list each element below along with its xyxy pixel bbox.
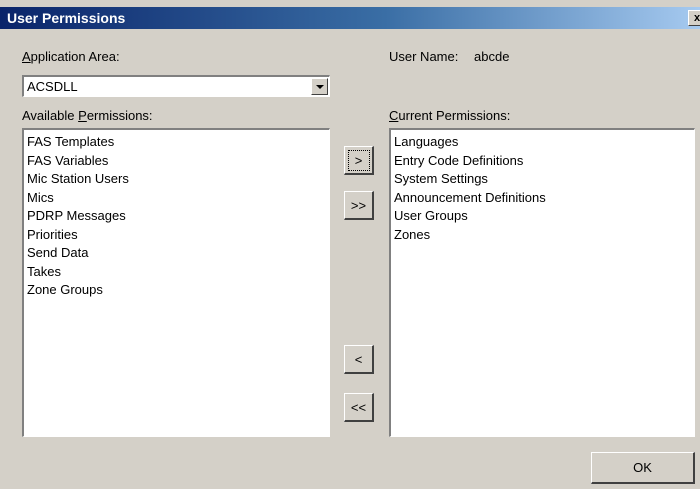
list-item[interactable]: Announcement Definitions bbox=[394, 189, 691, 208]
available-permissions-label: Available Permissions: bbox=[22, 108, 153, 123]
list-item[interactable]: Mics bbox=[27, 189, 326, 208]
list-item[interactable]: Takes bbox=[27, 263, 326, 282]
list-item[interactable]: Send Data bbox=[27, 244, 326, 263]
application-area-select[interactable]: ACSDLL bbox=[22, 75, 330, 97]
list-item[interactable]: System Settings bbox=[394, 170, 691, 189]
available-label-rest: ermissions: bbox=[86, 108, 153, 123]
remove-all-permissions-button[interactable]: << bbox=[344, 393, 374, 422]
add-all-permissions-button[interactable]: >> bbox=[344, 191, 374, 220]
list-item[interactable]: FAS Templates bbox=[27, 133, 326, 152]
application-area-value: ACSDLL bbox=[27, 79, 78, 94]
current-label-accel: C bbox=[389, 108, 399, 123]
title-bar: User Permissions x bbox=[0, 7, 700, 29]
available-label-pre: Available bbox=[22, 108, 79, 123]
window-title: User Permissions bbox=[7, 10, 126, 26]
application-area-label: Application Area: bbox=[22, 49, 120, 64]
list-item[interactable]: Zones bbox=[394, 226, 691, 245]
available-label-accel: P bbox=[78, 108, 87, 123]
add-permission-button[interactable]: > bbox=[344, 146, 374, 175]
chevron-down-icon[interactable] bbox=[311, 78, 328, 95]
application-area-label-text: pplication Area: bbox=[30, 49, 120, 64]
close-icon[interactable]: x bbox=[688, 10, 700, 26]
list-item[interactable]: PDRP Messages bbox=[27, 207, 326, 226]
application-area-accel: A bbox=[22, 49, 31, 64]
list-item[interactable]: Zone Groups bbox=[27, 281, 326, 300]
list-item[interactable]: Languages bbox=[394, 133, 691, 152]
remove-permission-button[interactable]: < bbox=[344, 345, 374, 374]
list-item[interactable]: Mic Station Users bbox=[27, 170, 326, 189]
list-item[interactable]: Entry Code Definitions bbox=[394, 152, 691, 171]
list-item[interactable]: FAS Variables bbox=[27, 152, 326, 171]
current-permissions-label: Current Permissions: bbox=[389, 108, 510, 123]
user-name-label: User Name: bbox=[389, 49, 459, 64]
current-label-rest: urrent Permissions: bbox=[398, 108, 511, 123]
ok-button[interactable]: OK bbox=[591, 452, 695, 484]
current-permissions-list[interactable]: Languages Entry Code Definitions System … bbox=[389, 128, 695, 437]
list-item[interactable]: Priorities bbox=[27, 226, 326, 245]
list-item[interactable]: User Groups bbox=[394, 207, 691, 226]
user-name-value: abcde bbox=[474, 49, 510, 64]
available-permissions-list[interactable]: FAS Templates FAS Variables Mic Station … bbox=[22, 128, 330, 437]
